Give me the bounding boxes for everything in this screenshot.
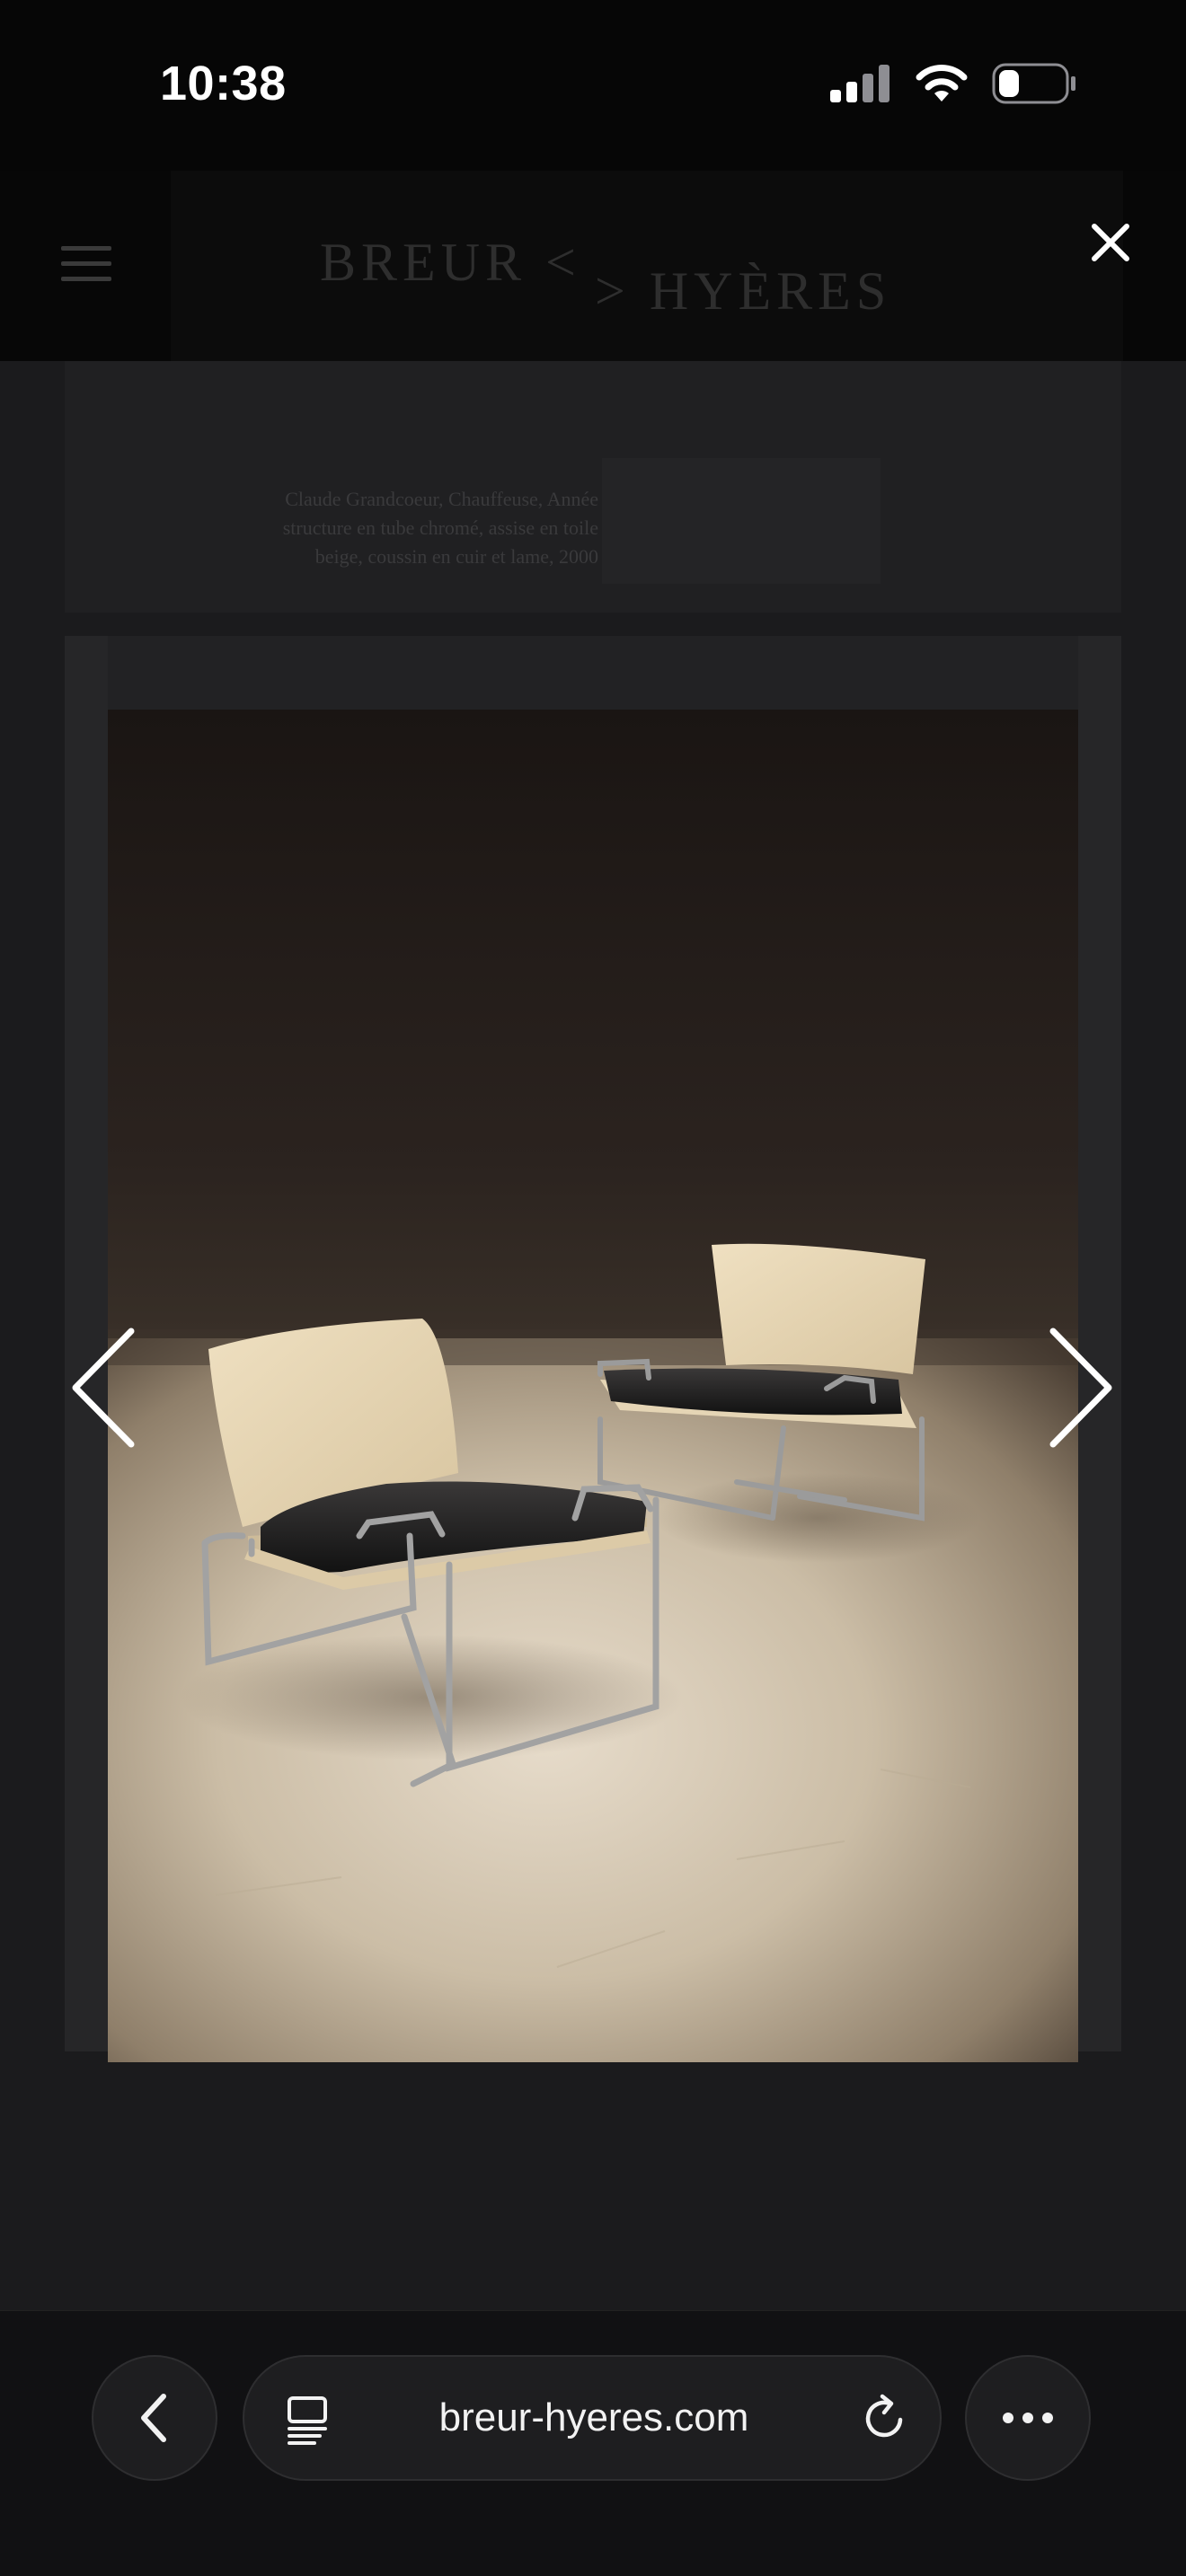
chevron-left-icon[interactable] (63, 1320, 144, 1455)
caption-line: beige, coussin en cuir et lame, 2000 (314, 545, 598, 568)
caption-line: Claude Grandcoeur, Chauffeuse, Année (285, 488, 598, 510)
site-logo-right: > HYÈRES (595, 261, 892, 321)
battery-icon (992, 63, 1075, 104)
lightbox-image (108, 710, 1078, 2062)
menu-icon (61, 246, 111, 282)
wifi-icon (916, 65, 968, 101)
site-logo-left: BREUR < (320, 233, 581, 292)
product-caption: Claude Grandcoeur, Chauffeuse, Année str… (171, 485, 598, 571)
info-faint-block (602, 458, 881, 584)
site-header (0, 171, 1186, 361)
status-bar: 10:38 (0, 0, 1186, 171)
screen: 10:38 BREUR < > HYÈRES Claude Grandcoeur… (0, 0, 1186, 2576)
address-bar[interactable]: breur-hyeres.com (243, 2355, 942, 2481)
cellular-signal-icon (830, 65, 890, 102)
close-icon[interactable] (1084, 216, 1137, 269)
status-time: 10:38 (160, 57, 287, 110)
back-button[interactable] (92, 2355, 217, 2481)
status-icons (830, 63, 1078, 104)
url-text: breur-hyeres.com (438, 2395, 749, 2439)
more-icon (1003, 2413, 1053, 2423)
caption-line: structure en tube chromé, assise en toil… (282, 516, 598, 539)
chevron-right-icon[interactable] (1040, 1320, 1121, 1455)
reload-icon[interactable] (859, 2393, 909, 2443)
back-icon (141, 2394, 166, 2442)
more-button[interactable] (965, 2355, 1091, 2481)
